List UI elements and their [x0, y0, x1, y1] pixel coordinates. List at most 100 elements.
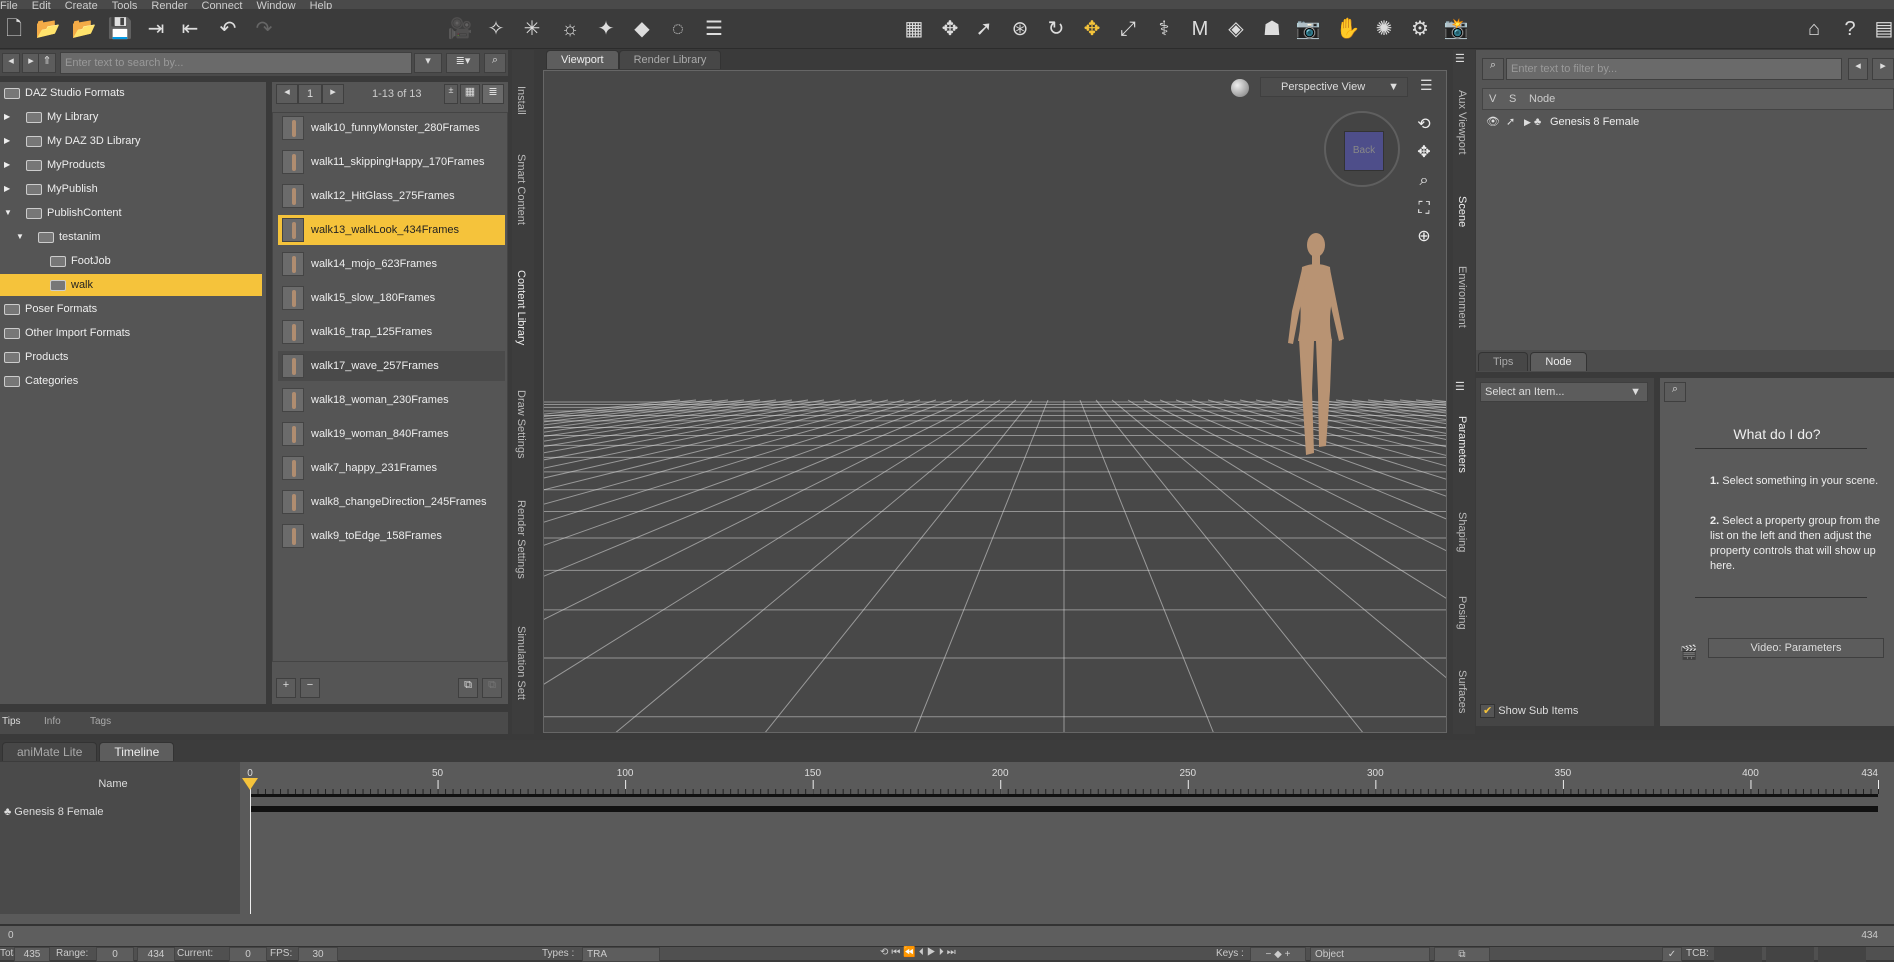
library-search-input[interactable]: Enter text to search by...: [60, 52, 412, 74]
prev-page-button[interactable]: ◂: [276, 84, 298, 104]
playback-controls[interactable]: ⟲⏮⏪⏴▶⏵⏭: [880, 947, 959, 958]
redo-icon[interactable]: ↷: [250, 15, 278, 43]
selectable-icon[interactable]: ➚: [1506, 112, 1515, 132]
search-options-dropdown[interactable]: ▾: [414, 53, 442, 73]
menu-connect[interactable]: Connect: [202, 1, 243, 10]
pointer-icon[interactable]: ➚: [970, 15, 998, 43]
tree-item[interactable]: DAZ Studio Formats: [0, 82, 262, 104]
rotate-icon[interactable]: ↻: [1042, 15, 1070, 43]
col-visible[interactable]: V: [1489, 93, 1496, 105]
genesis-8-female-figure[interactable]: [1274, 231, 1354, 466]
timeline-ruler[interactable]: 0 50 100 150 200 250 300 350 400 434: [240, 762, 1894, 914]
surface-icon[interactable]: ◈: [1222, 15, 1250, 43]
render-icon[interactable]: 📸: [1442, 15, 1470, 43]
render-settings-icon[interactable]: ⚙: [1406, 15, 1434, 43]
track-row[interactable]: ♣ Genesis 8 Female: [4, 806, 104, 818]
expand-icon[interactable]: ▼: [16, 226, 24, 248]
translate-icon[interactable]: ✥: [1078, 15, 1106, 43]
figure-icon[interactable]: ☗: [1258, 15, 1286, 43]
tree-item[interactable]: ▶ My DAZ 3D Library: [0, 130, 262, 152]
new-distantlight-icon[interactable]: ☼: [556, 15, 584, 43]
side-tab-surfaces[interactable]: Surfaces: [1456, 670, 1468, 713]
side-tab-environment[interactable]: Environment: [1456, 266, 1468, 328]
add-button[interactable]: +: [276, 678, 296, 698]
tree-item[interactable]: ▶ MyPublish: [0, 178, 262, 200]
scene-forward-button[interactable]: ▸: [1872, 58, 1894, 80]
side-tab-install[interactable]: Install: [515, 86, 527, 115]
tab-render-library[interactable]: Render Library: [618, 50, 722, 69]
new-pointlight-icon[interactable]: ✳: [518, 15, 546, 43]
tree-item[interactable]: Products: [0, 346, 262, 368]
new-primitive-icon[interactable]: ◆: [628, 15, 656, 43]
file-item[interactable]: walk13_walkLook_434Frames: [278, 215, 505, 245]
tree-item[interactable]: ▼ testanim: [0, 226, 262, 248]
back-button[interactable]: ◂: [2, 53, 20, 73]
file-item[interactable]: walk12_HitGlass_275Frames: [278, 181, 505, 211]
file-item[interactable]: walk16_trap_125Frames: [278, 317, 505, 347]
view-cube[interactable]: Back: [1324, 111, 1400, 187]
eye-icon[interactable]: 👁: [1486, 112, 1500, 132]
tree-item[interactable]: ▼ PublishContent: [0, 202, 262, 224]
toolbar-grip-icon[interactable]: ☰: [700, 15, 728, 43]
menu-create[interactable]: Create: [65, 1, 98, 10]
expand-icon[interactable]: ▶: [4, 154, 10, 176]
merge-icon[interactable]: 📂: [70, 15, 98, 43]
expand-icon[interactable]: ▶: [4, 178, 10, 200]
expand-icon[interactable]: ▶: [4, 130, 10, 152]
scene-back-button[interactable]: ◂: [1848, 58, 1868, 80]
scene-node-row[interactable]: 👁 ➚ ▶ ♣ Genesis 8 Female: [1482, 112, 1894, 134]
menu-edit[interactable]: Edit: [32, 1, 51, 10]
active-pose-icon[interactable]: ✋: [1334, 15, 1362, 43]
orbit-icon[interactable]: ⟲: [1412, 111, 1436, 139]
side-tab-content-library[interactable]: Content Library: [515, 270, 527, 345]
tree-item[interactable]: Categories: [0, 370, 262, 392]
show-sub-items-checkbox[interactable]: ✔ Show Sub Items: [1480, 704, 1578, 718]
grid-select-icon[interactable]: ▦: [900, 15, 928, 43]
col-node[interactable]: Node: [1529, 93, 1555, 105]
tab-animate-lite[interactable]: aniMate Lite: [2, 742, 98, 761]
tab-timeline[interactable]: Timeline: [99, 742, 175, 761]
video-parameters-button[interactable]: Video: Parameters: [1708, 638, 1884, 658]
new-spotlight-icon[interactable]: ✧: [482, 15, 510, 43]
view-select[interactable]: Perspective View ▼: [1260, 77, 1408, 97]
universal-tool-icon[interactable]: ✥: [936, 15, 964, 43]
page-number[interactable]: 1: [298, 84, 322, 104]
file-item[interactable]: walk18_woman_230Frames: [278, 385, 505, 415]
paste-icon[interactable]: ⧉: [482, 678, 502, 698]
help-icon[interactable]: ?: [1836, 15, 1864, 43]
geometry-editor-icon[interactable]: M: [1186, 15, 1214, 43]
side-tab-smart-content[interactable]: Smart Content: [515, 154, 527, 225]
menu-help[interactable]: Help: [310, 1, 333, 10]
side-tab-shaping[interactable]: Shaping: [1456, 512, 1468, 552]
import-icon[interactable]: ⇥: [142, 15, 170, 43]
new-linearlight-icon[interactable]: ✦: [592, 15, 620, 43]
new-null-icon[interactable]: ◌: [664, 15, 692, 43]
tab-tips[interactable]: Tips: [2, 716, 21, 727]
range-slider[interactable]: 0 434: [0, 924, 1894, 946]
menu-window[interactable]: Window: [256, 1, 295, 10]
display-style-icon[interactable]: [1231, 79, 1249, 97]
expand-icon[interactable]: ▶: [1524, 112, 1531, 132]
view-cube-face[interactable]: Back: [1344, 131, 1384, 171]
undo-icon[interactable]: ↶: [214, 15, 242, 43]
file-item[interactable]: walk17_wave_257Frames: [278, 351, 505, 381]
pan-icon[interactable]: ✥: [1412, 139, 1436, 167]
node-select-icon[interactable]: ⊛: [1006, 15, 1034, 43]
pane-menu-icon[interactable]: ☰: [1455, 380, 1465, 393]
next-page-button[interactable]: ▸: [322, 84, 344, 104]
tab-viewport[interactable]: Viewport: [546, 50, 619, 69]
home-icon[interactable]: ⌂: [1800, 15, 1828, 43]
file-item[interactable]: walk15_slow_180Frames: [278, 283, 505, 313]
file-item[interactable]: walk19_woman_840Frames: [278, 419, 505, 449]
expand-icon[interactable]: ▼: [4, 202, 12, 224]
expand-icon[interactable]: ▶: [4, 106, 10, 128]
reset-icon[interactable]: ⊕: [1412, 223, 1436, 251]
file-item[interactable]: walk9_toEdge_158Frames: [278, 521, 505, 551]
menu-file[interactable]: File: [0, 1, 18, 10]
side-tab-parameters[interactable]: Parameters: [1456, 416, 1468, 473]
playhead-marker[interactable]: [242, 778, 258, 790]
new-camera-icon[interactable]: 🎥: [446, 15, 474, 43]
pane-menu-icon[interactable]: ☰: [1455, 52, 1465, 65]
col-select[interactable]: S: [1509, 93, 1516, 105]
file-item[interactable]: walk10_funnyMonster_280Frames: [278, 113, 505, 143]
